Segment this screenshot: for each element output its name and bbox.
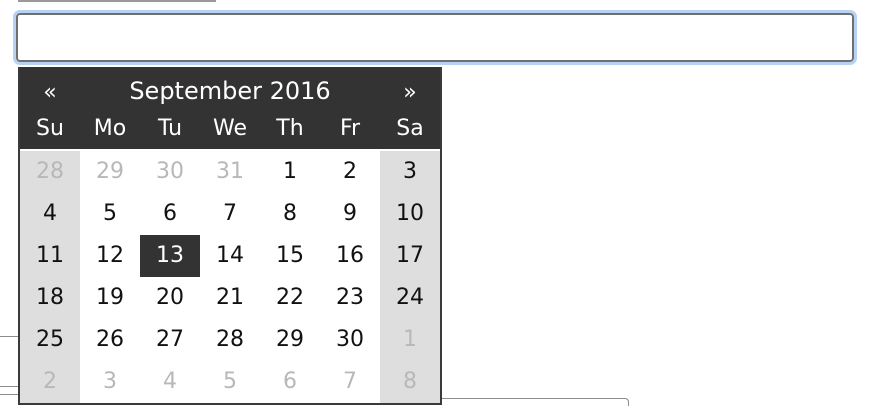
calendar-day[interactable]: 6 (140, 193, 200, 235)
calendar-day[interactable]: 1 (260, 151, 320, 193)
calendar-day[interactable]: 4 (140, 361, 200, 403)
calendar-day[interactable]: 16 (320, 235, 380, 277)
calendar-day[interactable]: 5 (80, 193, 140, 235)
calendar-week-row: 18 19 20 21 22 23 24 (20, 277, 440, 319)
calendar-day[interactable]: 10 (380, 193, 440, 235)
calendar-day[interactable]: 25 (20, 319, 80, 361)
calendar-day[interactable]: 21 (200, 277, 260, 319)
calendar-day[interactable]: 29 (260, 319, 320, 361)
calendar-day[interactable]: 8 (260, 193, 320, 235)
calendar-week-row: 2345678 (20, 361, 440, 403)
calendar-day[interactable]: 9 (320, 193, 380, 235)
calendar-day[interactable]: 22 (260, 277, 320, 319)
calendar-day[interactable]: 31 (200, 151, 260, 193)
calendar-day[interactable]: 4 (20, 193, 80, 235)
calendar-day[interactable]: 26 (80, 319, 140, 361)
weekday-label: Tu (157, 116, 183, 141)
calendar-day[interactable]: 6 (260, 361, 320, 403)
calendar-day[interactable]: 27 (140, 319, 200, 361)
calendar-day[interactable]: 15 (260, 235, 320, 277)
calendar-day[interactable]: 3 (80, 361, 140, 403)
form-divider (18, 0, 216, 2)
weekday-label: Sa (396, 116, 424, 141)
calendar-day[interactable]: 28 (200, 319, 260, 361)
background-field-edge (0, 394, 20, 395)
calendar-day[interactable]: 19 (80, 277, 140, 319)
datepicker-header: « September 2016 » Su Mo Tu We Th Fr Sa (20, 67, 440, 149)
calendar-week-row: 28 29 30 31 1 2 3 (20, 151, 440, 193)
calendar-week-row: 11 12 13 14 15 16 17 (20, 235, 440, 277)
background-field-edge (440, 398, 629, 406)
calendar-day[interactable]: 20 (140, 277, 200, 319)
calendar-day[interactable]: 7 (200, 193, 260, 235)
weekday-label: Su (36, 116, 64, 141)
calendar-day[interactable]: 17 (380, 235, 440, 277)
calendar-day[interactable]: 5 (200, 361, 260, 403)
prev-month-button[interactable]: « (32, 77, 68, 109)
calendar-day[interactable]: 29 (80, 151, 140, 193)
calendar-day[interactable]: 3 (380, 151, 440, 193)
calendar-day[interactable]: 12 (80, 235, 140, 277)
calendar-day[interactable]: 11 (20, 235, 80, 277)
calendar-day[interactable]: 30 (320, 319, 380, 361)
calendar-day[interactable]: 8 (380, 361, 440, 403)
calendar-week-row: 25 26 27 28 29 30 1 (20, 319, 440, 361)
calendar-week-row: 4 5 6 7 8 9 10 (20, 193, 440, 235)
calendar-day[interactable]: 28 (20, 151, 80, 193)
calendar-day[interactable]: 23 (320, 277, 380, 319)
calendar-day[interactable]: 1 (380, 319, 440, 361)
calendar-day[interactable]: 24 (380, 277, 440, 319)
calendar-day[interactable]: 2 (20, 361, 80, 403)
calendar-day[interactable]: 30 (140, 151, 200, 193)
weekday-label: We (213, 116, 247, 141)
weekday-label: Th (276, 116, 304, 141)
next-month-button[interactable]: » (392, 77, 428, 109)
background-field-edge (0, 336, 20, 337)
weekday-label: Fr (339, 116, 361, 141)
weekday-header-row: Su Mo Tu We Th Fr Sa (20, 112, 440, 146)
calendar-day[interactable]: 7 (320, 361, 380, 403)
calendar-day[interactable]: 18 (20, 277, 80, 319)
calendar-day-selected[interactable]: 13 (140, 235, 200, 277)
weekday-label: Mo (93, 116, 127, 141)
calendar-day[interactable]: 2 (320, 151, 380, 193)
page: « September 2016 » Su Mo Tu We Th Fr Sa … (0, 0, 878, 406)
calendar-grid: 28 29 30 31 1 2 3 4 5 6 7 8 9 10 11 12 13 14 15 16 17 18 19 20 2… (20, 151, 440, 403)
datepicker: « September 2016 » Su Mo Tu We Th Fr Sa … (18, 67, 442, 405)
month-title[interactable]: September 2016 (80, 74, 380, 108)
background-field-edge (0, 386, 20, 387)
date-input[interactable] (13, 10, 857, 65)
calendar-day[interactable]: 14 (200, 235, 260, 277)
